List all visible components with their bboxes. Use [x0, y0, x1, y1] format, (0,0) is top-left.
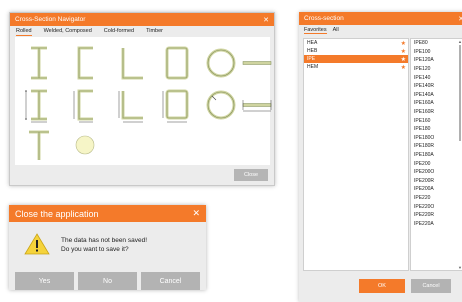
- list-item[interactable]: IPE180O: [411, 134, 462, 143]
- tab-favorites[interactable]: Favorites: [304, 27, 327, 34]
- tab-timber[interactable]: Timber: [146, 28, 163, 36]
- channel-section-icon[interactable]: [67, 45, 103, 81]
- warning-icon: [24, 233, 50, 255]
- close-icon[interactable]: ✕: [458, 15, 462, 23]
- list-item[interactable]: IPE140A: [411, 91, 462, 100]
- family-label: HEB: [307, 48, 318, 54]
- list-item[interactable]: IPE200O: [411, 168, 462, 177]
- dialog-message-line2: Do you want to save it?: [61, 246, 129, 253]
- star-icon[interactable]: ★: [401, 40, 406, 47]
- list-item[interactable]: IPE140R: [411, 82, 462, 91]
- list-item[interactable]: IPE200A: [411, 185, 462, 194]
- list-item[interactable]: IPE200R: [411, 177, 462, 186]
- cancel-button[interactable]: Cancel: [141, 272, 200, 290]
- tab-cold-formed[interactable]: Cold-formed: [104, 28, 134, 36]
- tab-welded-composed[interactable]: Welded, Composed: [44, 28, 92, 36]
- scrollbar-thumb[interactable]: [459, 45, 461, 141]
- list-item[interactable]: IPE180R: [411, 142, 462, 151]
- section-shape-grid: [15, 37, 272, 165]
- close-application-dialog: Close the application ✕ The data has not…: [9, 205, 206, 290]
- navigator-tabs: Rolled Welded, Composed Cold-formed Timb…: [10, 26, 274, 36]
- list-item[interactable]: IPE200: [411, 159, 462, 168]
- list-item[interactable]: IPE220O: [411, 202, 462, 211]
- list-item[interactable]: IPE140: [411, 73, 462, 82]
- dialog-message-line1: The data has not been saved!: [61, 237, 148, 244]
- cross-section-window: Cross-section ✕ Favorites All HEA ★ HEB …: [299, 12, 462, 302]
- list-item[interactable]: IPE220R: [411, 211, 462, 220]
- navigator-title-bar: Cross-Section Navigator ✕: [10, 13, 274, 26]
- close-icon[interactable]: ✕: [192, 208, 200, 219]
- rect-hollow-section-icon[interactable]: [159, 45, 195, 81]
- dialog-body: The data has not been saved! Do you want…: [9, 222, 206, 267]
- scroll-up-icon[interactable]: ▲: [458, 39, 462, 44]
- cross-section-tabs: Favorites All: [299, 25, 462, 36]
- list-item[interactable]: IPE160: [411, 116, 462, 125]
- dialog-message: The data has not been saved! Do you want…: [61, 236, 147, 254]
- list-item[interactable]: IPE160A: [411, 99, 462, 108]
- close-icon[interactable]: ✕: [263, 16, 269, 24]
- list-item[interactable]: IPE180A: [411, 151, 462, 160]
- profile-list[interactable]: IPE80 IPE100 IPE120A IPE120 IPE140 IPE140R IPE…: [410, 38, 462, 271]
- rect-hollow-section-dimensioned-icon[interactable]: [159, 87, 195, 123]
- dialog-title-bar: Close the application ✕: [9, 205, 206, 222]
- circular-hollow-section-icon[interactable]: [203, 45, 239, 81]
- dialog-title: Close the application: [15, 208, 99, 219]
- list-item[interactable]: IPE160R: [411, 108, 462, 117]
- i-section-dimensioned-icon[interactable]: [21, 87, 57, 123]
- tab-rolled[interactable]: Rolled: [16, 28, 32, 36]
- flat-bar-icon[interactable]: [239, 45, 275, 81]
- list-item[interactable]: IPE220A: [411, 219, 462, 228]
- list-item[interactable]: IPE220: [411, 194, 462, 203]
- cross-section-buttons: OK Cancel: [359, 279, 451, 293]
- family-label: IPE: [307, 56, 316, 62]
- angle-section-icon[interactable]: [113, 45, 149, 81]
- circular-hollow-section-dimensioned-icon[interactable]: [203, 87, 239, 123]
- list-item-hem[interactable]: HEM ★: [304, 63, 408, 71]
- list-item[interactable]: IPE80: [411, 39, 462, 48]
- star-icon[interactable]: ★: [401, 64, 406, 71]
- cross-section-title-bar: Cross-section ✕: [299, 12, 462, 25]
- navigator-close-button[interactable]: Close: [234, 169, 268, 181]
- i-section-icon[interactable]: [21, 45, 57, 81]
- ok-button[interactable]: OK: [359, 279, 405, 293]
- navigator-title: Cross-Section Navigator: [15, 16, 86, 23]
- channel-section-dimensioned-icon[interactable]: [67, 87, 103, 123]
- round-bar-icon[interactable]: [67, 127, 103, 163]
- list-item[interactable]: IPE120A: [411, 56, 462, 65]
- list-item-heb[interactable]: HEB ★: [304, 47, 408, 55]
- star-icon[interactable]: ★: [401, 56, 406, 63]
- list-item[interactable]: IPE100: [411, 48, 462, 57]
- section-family-list: HEA ★ HEB ★ IPE ★ HEM ★: [303, 38, 409, 271]
- family-label: HEM: [307, 64, 319, 70]
- angle-section-dimensioned-icon[interactable]: [113, 87, 149, 123]
- cross-section-title: Cross-section: [304, 15, 344, 22]
- list-item[interactable]: IPE120: [411, 65, 462, 74]
- list-item-hea[interactable]: HEA ★: [304, 39, 408, 47]
- star-icon[interactable]: ★: [401, 48, 406, 55]
- list-item[interactable]: IPE180: [411, 125, 462, 134]
- family-label: HEA: [307, 40, 318, 46]
- no-button[interactable]: No: [78, 272, 137, 290]
- flat-bar-dimensioned-icon[interactable]: [239, 87, 275, 123]
- tab-all[interactable]: All: [333, 27, 339, 34]
- dialog-buttons: Yes No Cancel: [9, 272, 206, 290]
- cross-section-navigator-window: Cross-Section Navigator ✕ Rolled Welded,…: [9, 12, 275, 186]
- yes-button[interactable]: Yes: [15, 272, 74, 290]
- cancel-button[interactable]: Cancel: [411, 279, 451, 293]
- list-item-ipe[interactable]: IPE ★: [304, 55, 408, 63]
- scroll-down-icon[interactable]: ▼: [458, 265, 462, 270]
- t-section-icon[interactable]: [21, 127, 57, 163]
